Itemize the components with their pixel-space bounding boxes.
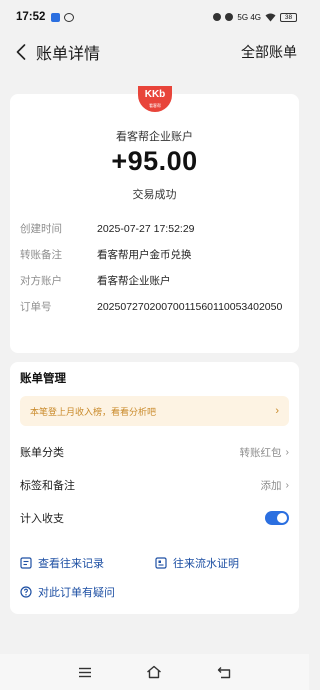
records-icon xyxy=(20,557,32,569)
menu-button[interactable] xyxy=(75,662,95,682)
tags-notes-row[interactable]: 标签和备注 添加 › xyxy=(20,475,289,495)
detail-row-order-id: 订单号 20250727020070011560110053402050 xyxy=(20,299,289,315)
transaction-amount: +95.00 xyxy=(111,146,198,176)
bill-category-row[interactable]: 账单分类 转账红包 › xyxy=(20,442,289,462)
status-bar: 17:52 5G 4G 38 xyxy=(0,0,309,34)
top-nav: 账单详情 全部账单 xyxy=(0,34,309,70)
home-button[interactable] xyxy=(144,662,164,682)
logo-text: KKb xyxy=(144,89,166,100)
status-time: 17:52 xyxy=(16,11,46,23)
link-label: 查看往来记录 xyxy=(38,558,104,570)
chevron-left-icon xyxy=(16,44,26,60)
link-label: 对此订单有疑问 xyxy=(38,587,115,599)
network-label: 5G 4G xyxy=(237,12,261,22)
detail-row-created: 创建时间 2025-07-27 17:52:29 xyxy=(20,221,289,237)
battery-icon: 38 xyxy=(280,12,297,22)
system-nav-bar xyxy=(0,654,309,690)
category-value: 转账红包 xyxy=(239,446,282,459)
detail-value: 看客帮用户金币兑换 xyxy=(97,249,192,261)
wifi-icon xyxy=(265,13,276,21)
count-in-balance-row: 计入收支 xyxy=(20,508,289,528)
bill-management-card: 账单管理 本笔登上月收入榜，看看分析吧 › 账单分类 转账红包 › 标签和备注 … xyxy=(10,362,299,614)
detail-value: 看客帮企业账户 xyxy=(97,275,171,287)
mute-icon xyxy=(225,13,234,21)
detail-label: 转账备注 xyxy=(20,249,62,261)
app-notification-icon xyxy=(51,12,61,22)
chevron-right-icon: › xyxy=(285,446,290,458)
transaction-status: 交易成功 xyxy=(132,189,177,201)
location-icon xyxy=(213,13,222,21)
all-bills-link[interactable]: 全部账单 xyxy=(241,42,297,62)
account-name: 看客帮企业账户 xyxy=(116,131,193,143)
count-in-balance-toggle[interactable] xyxy=(265,511,289,525)
detail-label: 创建时间 xyxy=(20,223,62,235)
view-history-link[interactable]: 查看往来记录 xyxy=(20,555,104,571)
detail-label: 订单号 xyxy=(20,301,52,313)
link-label: 往来流水证明 xyxy=(173,558,239,570)
income-ranking-banner[interactable]: 本笔登上月收入榜，看看分析吧 › xyxy=(20,396,289,426)
status-indicators: 5G 4G 38 xyxy=(213,12,297,22)
help-icon xyxy=(20,586,32,598)
count-label: 计入收支 xyxy=(20,513,64,525)
chevron-right-icon: › xyxy=(285,479,290,491)
section-title: 账单管理 xyxy=(20,373,66,385)
detail-row-counterparty: 对方账户 看客帮企业账户 xyxy=(20,273,289,289)
detail-row-remark: 转账备注 看客帮用户金币兑换 xyxy=(20,247,289,263)
toggle-knob xyxy=(277,513,287,523)
menu-icon xyxy=(78,667,91,677)
notification-icons xyxy=(51,12,75,22)
certificate-icon xyxy=(155,557,167,569)
back-nav-button[interactable] xyxy=(214,662,234,682)
category-label: 账单分类 xyxy=(20,447,64,459)
order-question-link[interactable]: 对此订单有疑问 xyxy=(20,584,115,600)
banner-text: 本笔登上月收入榜，看看分析吧 xyxy=(30,406,157,417)
return-icon xyxy=(217,666,231,678)
page-title: 账单详情 xyxy=(36,46,101,63)
tags-label: 标签和备注 xyxy=(20,480,75,492)
home-icon xyxy=(147,665,162,679)
transaction-card: KKb 看客帮 看客帮企业账户 +95.00 交易成功 创建时间 2025-07… xyxy=(10,86,299,353)
back-button[interactable] xyxy=(12,43,30,61)
logo-subtext: 看客帮 xyxy=(149,103,161,108)
detail-label: 对方账户 xyxy=(20,275,62,287)
tags-value: 添加 xyxy=(260,479,282,492)
chevron-right-icon: › xyxy=(275,405,279,417)
detail-value[interactable]: 20250727020070011560110053402050 xyxy=(97,299,289,315)
statement-proof-link[interactable]: 往来流水证明 xyxy=(155,555,239,571)
chat-notification-icon xyxy=(64,12,75,22)
detail-value: 2025-07-27 17:52:29 xyxy=(97,223,195,235)
merchant-logo: KKb 看客帮 xyxy=(138,86,172,112)
